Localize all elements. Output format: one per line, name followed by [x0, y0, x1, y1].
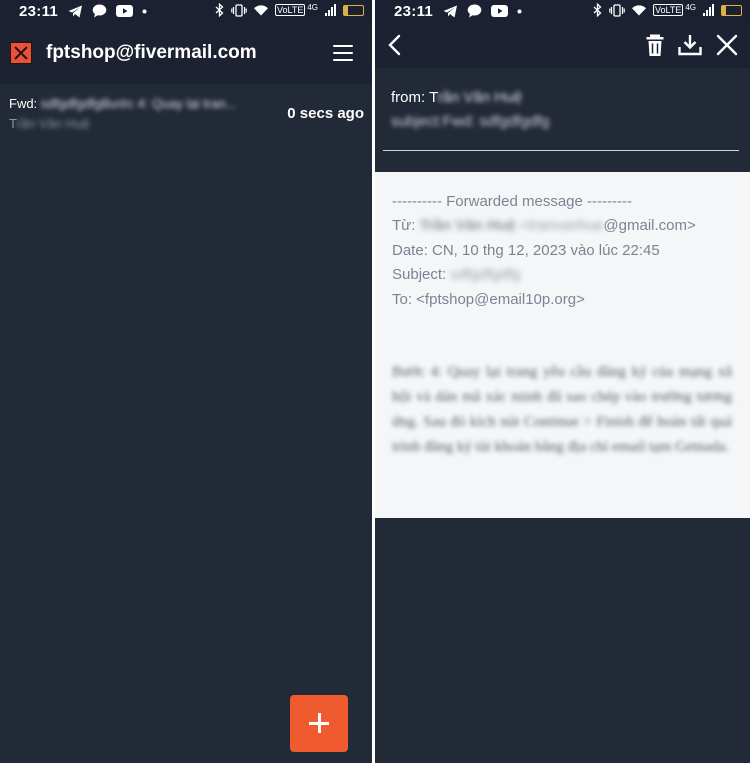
network-type: 4G [685, 2, 696, 12]
dot-icon [142, 9, 147, 13]
notification-icons [68, 4, 147, 18]
plus-icon-vertical [318, 713, 321, 733]
email-timestamp: 0 secs ago [287, 105, 364, 122]
email-body: ---------- Forwarded message --------- T… [375, 172, 750, 518]
forwarded-header: ---------- Forwarded message --------- [392, 193, 632, 210]
youtube-icon [491, 5, 508, 17]
email-list-item[interactable]: Fwd: sdfgdfgdfgBước 4: Quay lại tran... … [0, 88, 372, 140]
compose-fab-button[interactable] [290, 695, 348, 752]
signal-icon [325, 4, 336, 16]
message-meta: from: Trần Văn Huệ subject:Fwd: sdfgdfgd… [375, 68, 750, 172]
meta-divider [383, 150, 739, 151]
bluetooth-icon [215, 3, 224, 17]
from-initial: T [429, 89, 438, 106]
hamburger-menu-icon[interactable] [333, 45, 353, 61]
volte-badge: VoLTE [274, 4, 306, 16]
chat-bubble-icon [467, 4, 482, 18]
wifi-icon [631, 4, 646, 15]
message-screen: 23:11 VoLTE 4G 18 from: Trần Văn Huệ sub… [375, 0, 750, 763]
telegram-icon [443, 5, 457, 17]
battery-level: 18 [727, 5, 736, 15]
app-logo [10, 42, 32, 64]
forwarded-subject: Subject: sdfgdfgdfg [392, 266, 520, 283]
network-type: 4G [307, 2, 318, 12]
close-x-logo-icon [14, 46, 28, 60]
account-email-title: fptshop@fivermail.com [46, 42, 257, 63]
system-icons: VoLTE 4G 18 [215, 3, 364, 17]
email-sender-name: rần Văn Huệ [16, 116, 90, 131]
from-label: from: [391, 89, 430, 106]
forwarded-subject-label: Subject: [392, 266, 451, 283]
trash-icon[interactable] [642, 32, 668, 58]
battery-icon: 18 [721, 4, 742, 16]
email-subject-preview: sdfgdfgdfgBước 4: Quay lại tran... [40, 96, 237, 111]
status-time: 23:11 [394, 3, 434, 20]
from-name: rần Văn Huệ [437, 89, 522, 106]
vibrate-icon [231, 3, 247, 17]
message-subject: subject:Fwd: sdfgdfgdfg [391, 113, 550, 130]
bluetooth-icon [593, 3, 602, 17]
volte-badge: VoLTE [652, 4, 684, 16]
battery-icon: 18 [343, 4, 364, 16]
status-time: 23:11 [19, 3, 59, 20]
email-subject: Fwd: sdfgdfgdfgBước 4: Quay lại tran... [9, 96, 237, 111]
close-icon[interactable] [714, 32, 740, 58]
message-toolbar [375, 23, 750, 68]
battery-level: 18 [349, 5, 358, 15]
tu-label: Từ: [392, 217, 420, 234]
message-body-text: Bước 4: Quay lại trang yêu cầu đăng ký c… [392, 364, 732, 455]
forwarded-subject-value: sdfgdfgdfg [450, 266, 521, 283]
inbox-screen: 23:11 VoLTE 4G 18 fptshop@fivermail.com … [0, 0, 372, 763]
telegram-icon [68, 5, 82, 17]
status-bar: 23:11 VoLTE 4G 18 [0, 0, 372, 23]
system-icons: VoLTE 4G 18 [593, 3, 742, 17]
vibrate-icon [609, 3, 625, 17]
status-bar: 23:11 VoLTE 4G 18 [375, 0, 750, 23]
notification-icons [443, 4, 522, 18]
message-from: from: Trần Văn Huệ [391, 89, 522, 106]
app-header: fptshop@fivermail.com [0, 23, 372, 84]
forwarded-to: To: <fptshop@email10p.org> [392, 291, 585, 308]
tu-name: Trần Văn Huệ [419, 217, 516, 234]
signal-icon [703, 4, 714, 16]
chat-bubble-icon [92, 4, 107, 18]
download-icon[interactable] [677, 32, 703, 58]
back-chevron-icon[interactable] [383, 32, 409, 58]
tu-email-local: <tranvanhue [519, 217, 604, 234]
email-subject-prefix: Fwd: [9, 96, 41, 111]
wifi-icon [253, 4, 268, 15]
email-sender: Trần Văn Huệ [9, 116, 89, 131]
forwarded-from: Từ: Trần Văn Huệ <tranvanhue@gmail.com> [392, 217, 696, 234]
tu-email-domain: @gmail.com> [603, 217, 696, 234]
youtube-icon [116, 5, 133, 17]
forwarded-date: Date: CN, 10 thg 12, 2023 vào lúc 22:45 [392, 242, 660, 259]
dot-icon [517, 9, 522, 13]
